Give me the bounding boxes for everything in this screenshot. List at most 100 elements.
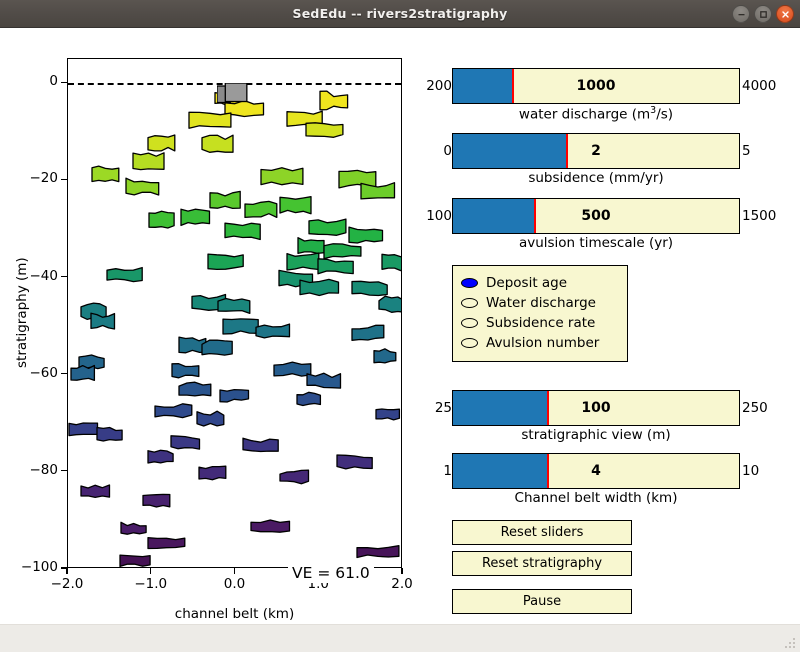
slider-channel-belt-width[interactable]: 1 4 10 Channel belt width (km) xyxy=(420,453,800,506)
slider-value: 1000 xyxy=(576,78,616,94)
deposit-polygon xyxy=(197,465,229,483)
deposit-polygon xyxy=(201,134,236,156)
deposit-polygon xyxy=(209,190,243,212)
deposit-polygon xyxy=(196,410,227,429)
window-titlebar: SedEdu -- rivers2stratigraphy xyxy=(0,0,800,28)
deposit-polygon xyxy=(305,121,346,141)
slider-max-label: 1500 xyxy=(742,208,777,224)
deposit-polygon xyxy=(351,324,387,344)
deposit-polygon xyxy=(381,253,401,274)
stratigraphy-plot[interactable]: 0 −20 −40 −60 −80 −100 −2.0 −1.0 0.0 1.0 2.0 stra… xyxy=(0,28,420,624)
radio-label: Subsidence rate xyxy=(486,315,596,331)
x-tick-mark xyxy=(150,568,152,574)
y-tick-label: −100 xyxy=(20,559,58,575)
window-title: SedEdu -- rivers2stratigraphy xyxy=(292,6,508,21)
deposit-polygon xyxy=(317,257,356,277)
slider-caption: stratigraphic view (m) xyxy=(521,427,671,443)
deposit-polygon xyxy=(360,181,398,202)
reset-stratigraphy-button[interactable]: Reset stratigraphy xyxy=(452,551,632,576)
deposit-polygon xyxy=(222,318,261,338)
y-tick-mark xyxy=(61,470,67,472)
deposit-polygon xyxy=(306,372,344,392)
slider-track[interactable]: 500 xyxy=(452,198,740,234)
deposit-polygon xyxy=(187,112,234,132)
slider-track[interactable]: 2 xyxy=(452,133,740,169)
deposit-polygon xyxy=(223,222,263,242)
deposit-polygon xyxy=(90,312,117,332)
slider-stratigraphic-view[interactable]: 25 100 250 stratigraphic view (m) xyxy=(420,390,800,443)
vertical-exaggeration-annotation: VE = 61.0 xyxy=(288,563,374,583)
matplotlib-canvas: 0 −20 −40 −60 −80 −100 −2.0 −1.0 0.0 1.0 2.0 stra… xyxy=(0,28,800,624)
radio-icon[interactable] xyxy=(461,278,478,288)
plot-axes[interactable] xyxy=(67,58,402,568)
slider-track[interactable]: 100 xyxy=(452,390,740,426)
radio-icon[interactable] xyxy=(461,318,478,328)
radio-label: Avulsion number xyxy=(486,335,600,351)
status-bar xyxy=(0,624,800,652)
x-tick-mark xyxy=(401,568,403,574)
deposit-polygon xyxy=(91,165,122,185)
radio-option-water-discharge[interactable]: Water discharge xyxy=(461,293,619,313)
radio-icon[interactable] xyxy=(461,298,478,308)
deposit-polygon xyxy=(154,403,195,421)
slider-min-label: 200 xyxy=(426,78,452,94)
deposit-polygon xyxy=(279,469,311,487)
slider-track[interactable]: 1000 xyxy=(452,68,740,104)
controls-panel: 200 1000 4000 water discharge (m3/s) 0 2… xyxy=(420,28,800,624)
slider-subsidence[interactable]: 0 2 5 subsidence (mm/yr) xyxy=(420,133,800,186)
deposit-polygon xyxy=(147,536,188,552)
radio-option-deposit-age[interactable]: Deposit age xyxy=(461,273,619,293)
deposit-polygon xyxy=(207,252,246,272)
deposit-polygon xyxy=(356,545,401,561)
window-controls xyxy=(732,5,794,23)
y-tick-mark xyxy=(61,275,67,278)
deposit-polygon xyxy=(178,382,214,401)
deposit-polygon xyxy=(148,210,177,231)
slider-track[interactable]: 4 xyxy=(452,453,740,489)
slider-max-label: 5 xyxy=(742,143,751,159)
deposit-polygon xyxy=(141,493,173,511)
deposit-polygon xyxy=(120,521,149,538)
x-tick-mark xyxy=(66,568,68,574)
x-tick-label: −1.0 xyxy=(134,576,168,592)
slider-value: 2 xyxy=(591,143,601,159)
slider-min-label: 100 xyxy=(426,208,452,224)
deposit-polygon xyxy=(171,363,202,382)
deposit-polygon xyxy=(373,348,399,367)
slider-min-label: 0 xyxy=(443,143,452,159)
reset-sliders-button[interactable]: Reset sliders xyxy=(452,520,632,545)
slider-value: 4 xyxy=(591,463,601,479)
colormode-radio-group[interactable]: Deposit age Water discharge Subsidence r… xyxy=(452,265,628,362)
deposit-polygon xyxy=(119,554,153,567)
deposit-polygon xyxy=(96,426,125,445)
minimize-icon[interactable] xyxy=(732,5,750,23)
deposit-polygon xyxy=(250,519,293,536)
slider-caption: subsidence (mm/yr) xyxy=(528,170,664,186)
pause-button[interactable]: Pause xyxy=(452,589,632,614)
deposit-polygon xyxy=(70,364,97,384)
y-tick-label: −80 xyxy=(29,461,59,478)
x-tick-label: −2.0 xyxy=(50,576,84,592)
deposit-polygon xyxy=(79,484,112,502)
deposit-polygon xyxy=(68,422,100,440)
y-tick-label: −20 xyxy=(29,170,59,187)
deposit-polygon xyxy=(375,406,401,424)
y-tick-label: 0 xyxy=(49,73,58,90)
deposit-polygon xyxy=(296,391,323,409)
slider-avulsion-timescale[interactable]: 100 500 1500 avulsion timescale (yr) xyxy=(420,198,800,251)
deposit-polygon xyxy=(336,454,375,472)
resize-grip-icon[interactable] xyxy=(783,636,797,650)
deposit-polygon xyxy=(259,166,306,188)
radio-option-avulsion-number[interactable]: Avulsion number xyxy=(461,333,619,353)
y-tick-mark xyxy=(61,178,67,181)
close-icon[interactable] xyxy=(776,5,794,23)
x-tick-label: 0.0 xyxy=(223,576,246,592)
deposit-polygon xyxy=(217,297,253,317)
radio-option-subsidence-rate[interactable]: Subsidence rate xyxy=(461,313,619,333)
slider-value: 500 xyxy=(581,208,611,224)
radio-icon[interactable] xyxy=(461,338,478,348)
slider-water-discharge[interactable]: 200 1000 4000 water discharge (m3/s) xyxy=(420,68,800,123)
application-window: SedEdu -- rivers2stratigraphy 0 −20 −40 −60… xyxy=(0,0,800,652)
maximize-icon[interactable] xyxy=(754,5,772,23)
deposit-polygon xyxy=(170,435,202,453)
